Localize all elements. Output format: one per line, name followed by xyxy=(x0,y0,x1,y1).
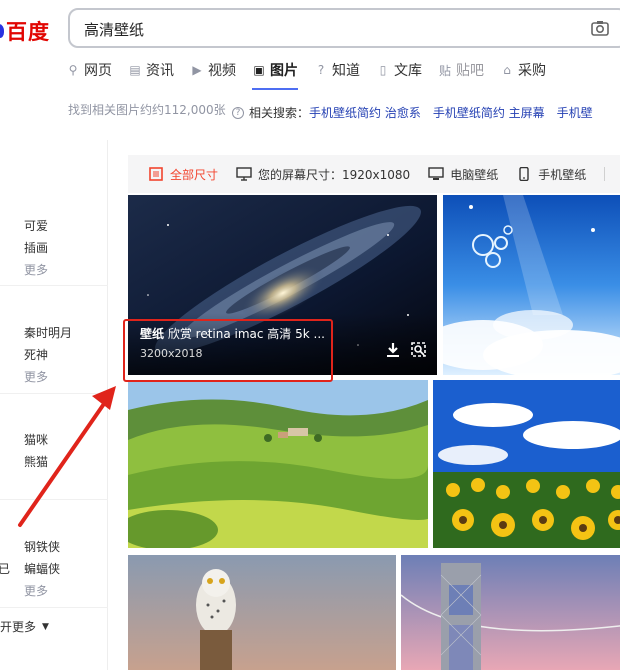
filter-screen-size[interactable]: 您的屏幕尺寸：1920x1080 xyxy=(236,166,410,183)
more-link[interactable]: 更多 xyxy=(24,261,48,278)
related-link[interactable]: 手机壁纸简约 主屏幕 xyxy=(433,104,545,121)
nav-tabs: ⚲ 网页 ▤ 资讯 ▶ 视频 ▣ 图片 ? 知道 ▯ 文库 贴贴吧 ⌂ 采购 xyxy=(66,58,562,90)
divider xyxy=(604,167,606,181)
phone-icon xyxy=(519,167,529,181)
tab-video[interactable]: ▶ 视频 xyxy=(190,58,236,82)
result-count: 找到相关图片约约112,000张 xyxy=(68,103,226,117)
video-icon: ▶ xyxy=(192,63,202,77)
tab-news[interactable]: ▤ 资讯 xyxy=(128,58,174,82)
tab-label: 采购 xyxy=(518,63,546,79)
sky-image xyxy=(443,195,620,375)
tab-label: 网页 xyxy=(84,63,112,79)
category-item-partial[interactable]: 已 xyxy=(0,560,10,577)
view-similar-icon[interactable] xyxy=(410,341,428,359)
monitor-icon xyxy=(236,167,252,181)
image-result-owl[interactable] xyxy=(128,555,396,670)
filter-all-sizes[interactable]: 全部尺寸 xyxy=(148,166,218,183)
category-sidebar: 可爱 插画 更多 秦时明月 死神 更多 猫咪 熊猫 钢铁侠 已 蝙蝠侠 更多 开… xyxy=(0,140,108,670)
filter-label: 手机壁纸 xyxy=(538,167,587,182)
tab-tieba[interactable]: 贴贴吧 xyxy=(438,58,484,82)
category-item[interactable]: 死神 xyxy=(24,346,48,363)
related-link[interactable]: 手机壁纸简约 治愈系 xyxy=(309,104,421,121)
more-link[interactable]: 更多 xyxy=(24,582,48,599)
desktop-icon xyxy=(428,167,444,180)
image-result-sky[interactable] xyxy=(443,195,620,375)
category-item[interactable]: 蝙蝠侠 xyxy=(24,560,60,577)
category-item[interactable]: 猫咪 xyxy=(24,431,48,448)
category-item[interactable]: 秦时明月 xyxy=(24,324,72,341)
image-result-hills[interactable] xyxy=(128,380,428,548)
search-input[interactable]: 高清壁纸 xyxy=(84,19,144,40)
search-box[interactable]: 高清壁纸 xyxy=(68,8,620,48)
logo-text: 百度 xyxy=(6,20,50,44)
question-icon: ? xyxy=(232,106,244,119)
image-result-bridge[interactable] xyxy=(401,555,620,670)
tab-label: 视频 xyxy=(208,63,236,79)
related-label: 相关搜索： xyxy=(249,106,310,120)
tab-images[interactable]: ▣ 图片 xyxy=(252,58,298,90)
tab-label: 贴吧 xyxy=(456,63,484,79)
related-searches: ? 相关搜索： 手机壁纸简约 治愈系 手机壁纸简约 主屏幕 手机壁 xyxy=(232,104,605,121)
category-group: 钢铁侠 已 蝙蝠侠 更多 xyxy=(0,500,108,608)
owl-image xyxy=(128,555,396,670)
related-link[interactable]: 手机壁 xyxy=(557,104,593,121)
category-item[interactable]: 插画 xyxy=(24,239,48,256)
tab-wenku[interactable]: ▯ 文库 xyxy=(376,58,422,82)
tieba-icon: 贴 xyxy=(438,63,451,78)
category-item[interactable]: 可爱 xyxy=(24,217,48,234)
highlight-box xyxy=(123,319,333,382)
shop-icon: ⌂ xyxy=(503,63,511,77)
filter-pc-wallpaper[interactable]: 电脑壁纸 xyxy=(428,166,498,183)
search-icon: ⚲ xyxy=(68,63,78,77)
size-filter-bar: 全部尺寸 您的屏幕尺寸：1920x1080 电脑壁纸 手机壁纸 xyxy=(128,155,620,193)
resize-icon xyxy=(149,167,163,181)
category-group: 猫咪 熊猫 xyxy=(0,394,108,500)
tab-label: 知道 xyxy=(332,63,360,79)
category-item[interactable]: 熊猫 xyxy=(24,453,48,470)
sunflowers-image xyxy=(433,380,620,548)
expand-more-label: 开更多 xyxy=(0,620,37,634)
tab-label: 图片 xyxy=(270,63,298,79)
hills-image xyxy=(128,380,428,548)
filter-label: 您的屏幕尺寸：1920x1080 xyxy=(258,167,411,182)
tab-zhidao[interactable]: ? 知道 xyxy=(314,58,360,82)
tab-purchase[interactable]: ⌂ 采购 xyxy=(500,58,546,82)
download-icon[interactable] xyxy=(384,341,402,359)
filter-phone-wallpaper[interactable]: 手机壁纸 xyxy=(516,166,586,183)
paw-icon xyxy=(0,24,4,38)
chevron-down-icon: ▼ xyxy=(42,621,49,632)
baidu-logo[interactable]: 百度 xyxy=(0,16,50,46)
tab-web[interactable]: ⚲ 网页 xyxy=(66,58,112,82)
image-result-sunflowers[interactable] xyxy=(433,380,620,548)
image-icon: ▣ xyxy=(253,63,265,77)
camera-icon[interactable] xyxy=(590,18,610,38)
news-icon: ▤ xyxy=(129,63,141,77)
expand-more[interactable]: 开更多 ▼ xyxy=(0,618,49,635)
bridge-image xyxy=(401,555,620,670)
tab-label: 文库 xyxy=(394,63,422,79)
category-group: 可爱 插画 更多 xyxy=(0,140,108,286)
tab-label: 资讯 xyxy=(146,63,174,79)
category-group: 秦时明月 死神 更多 xyxy=(0,286,108,394)
question-icon: ? xyxy=(317,63,325,77)
doc-icon: ▯ xyxy=(379,63,387,77)
filter-label: 全部尺寸 xyxy=(170,167,219,182)
filter-label: 电脑壁纸 xyxy=(450,167,499,182)
category-item[interactable]: 钢铁侠 xyxy=(24,538,60,555)
more-link[interactable]: 更多 xyxy=(24,368,48,385)
